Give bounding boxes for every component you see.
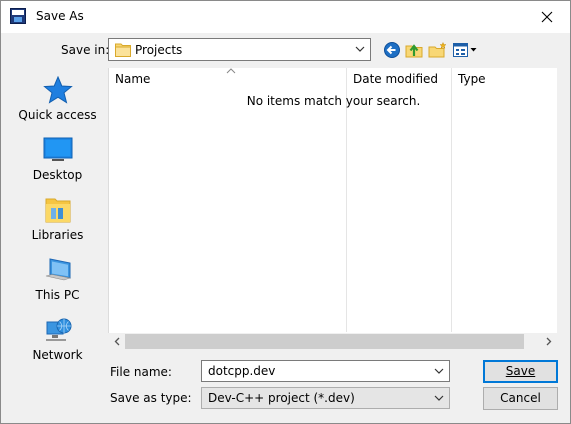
chevron-down-icon — [355, 46, 365, 52]
scroll-right-button[interactable] — [540, 333, 557, 350]
chevron-right-icon — [546, 337, 551, 346]
scroll-left-button[interactable] — [108, 333, 125, 350]
window-title: Save As — [36, 9, 84, 23]
new-folder-icon[interactable] — [428, 41, 448, 59]
dev-cpp-app-icon — [10, 8, 26, 24]
close-icon — [541, 11, 553, 23]
save-button[interactable]: Save — [483, 360, 558, 383]
save-in-value: Projects — [135, 43, 183, 57]
chevron-left-icon — [114, 337, 119, 346]
folder-library-icon — [45, 198, 71, 223]
monitor-icon — [43, 137, 73, 161]
save-in-dropdown[interactable]: Projects — [108, 38, 371, 61]
save-as-dialog: Save As Save in: Projects Quick access D… — [0, 0, 571, 424]
sort-ascending-icon — [226, 68, 236, 74]
close-button[interactable] — [524, 1, 570, 33]
file-list[interactable]: Name Date modified Type No items match y… — [108, 68, 557, 350]
file-name-label: File name: — [110, 365, 172, 379]
empty-list-message: No items match your search. — [246, 94, 421, 108]
column-header-date-modified[interactable]: Date modified — [353, 72, 438, 86]
chevron-down-icon — [434, 368, 444, 374]
chevron-down-icon — [434, 395, 444, 401]
save-in-label: Save in: — [61, 43, 110, 57]
cancel-button[interactable]: Cancel — [483, 387, 558, 410]
file-name-input[interactable]: dotcpp.dev — [201, 360, 450, 382]
computer-icon — [45, 258, 72, 281]
star-icon — [43, 76, 73, 104]
up-folder-icon[interactable] — [404, 41, 424, 59]
view-menu-icon[interactable] — [452, 41, 478, 59]
save-as-type-dropdown[interactable]: Dev-C++ project (*.dev) — [201, 387, 450, 409]
column-header-name[interactable]: Name — [115, 72, 150, 86]
save-as-type-label: Save as type: — [110, 391, 192, 405]
save-as-type-value: Dev-C++ project (*.dev) — [208, 391, 355, 405]
scrollbar-thumb[interactable] — [125, 334, 524, 349]
folder-icon — [115, 43, 131, 57]
title-bar: Save As — [1, 1, 570, 33]
save-button-label: Save — [505, 364, 536, 378]
column-header-type[interactable]: Type — [458, 72, 486, 86]
back-icon[interactable] — [382, 41, 402, 59]
places-bar: Quick access Desktop Libraries This PC N… — [8, 68, 107, 417]
file-name-value: dotcpp.dev — [208, 364, 276, 378]
network-icon — [46, 318, 72, 341]
horizontal-scrollbar[interactable] — [108, 333, 557, 350]
cancel-button-label: Cancel — [500, 391, 541, 405]
